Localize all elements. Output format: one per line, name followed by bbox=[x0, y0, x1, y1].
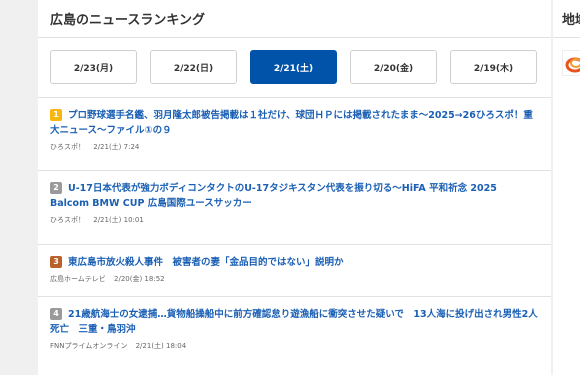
list-item: 1 プロ野球選手名鑑、羽月隆太郎被告掲載は１社だけ、球団ＨＰには掲載されたまま～2… bbox=[38, 98, 551, 171]
news-list: 1 プロ野球選手名鑑、羽月隆太郎被告掲載は１社だけ、球団ＨＰには掲載されたまま～2… bbox=[38, 98, 551, 375]
news-time: 2/21(土) 7:24 bbox=[93, 143, 140, 151]
side-title: 地域 bbox=[562, 13, 580, 28]
date-tab-2-23[interactable]: 2/23(月) bbox=[50, 50, 137, 84]
side-header: 地域 bbox=[553, 0, 580, 38]
date-tab-2-22[interactable]: 2/22(日) bbox=[150, 50, 237, 84]
ranking-panel: 広島のニュースランキング 2/23(月) 2/22(日) 2/21(土) 2/2… bbox=[38, 0, 551, 375]
news-headline-link[interactable]: 2 U-17日本代表が強力ボディコンタクトのU-17タジキスタン代表を振り切る～H… bbox=[50, 181, 539, 211]
date-tab-2-21[interactable]: 2/21(土) bbox=[250, 50, 337, 84]
date-tabs: 2/23(月) 2/22(日) 2/21(土) 2/20(金) 2/19(木) bbox=[38, 38, 551, 98]
news-time: 2/21(土) 18:04 bbox=[135, 342, 187, 350]
rank-badge: 2 bbox=[50, 182, 62, 194]
news-meta: ひろスポ！ 2/21(土) 7:24 bbox=[50, 142, 539, 152]
page: 広島のニュースランキング 2/23(月) 2/22(日) 2/21(土) 2/2… bbox=[0, 0, 580, 375]
date-tab-2-20[interactable]: 2/20(金) bbox=[350, 50, 437, 84]
news-headline-text: 21歳航海士の女逮捕…貨物船操船中に前方確認怠り遊漁船に衝突させた疑いで 13人… bbox=[50, 309, 538, 335]
news-headline-link[interactable]: 1 プロ野球選手名鑑、羽月隆太郎被告掲載は１社だけ、球団ＨＰには掲載されたまま～2… bbox=[50, 108, 539, 138]
news-source: FNNプライムオンライン bbox=[50, 342, 128, 350]
news-time: 2/21(土) 10:01 bbox=[93, 216, 144, 224]
news-headline-link[interactable]: 3 東広島市放火殺人事件 被害者の妻「金品目的ではない」説明か bbox=[50, 255, 539, 270]
list-item: 2 U-17日本代表が強力ボディコンタクトのU-17タジキスタン代表を振り切る～H… bbox=[38, 171, 551, 245]
news-headline-text: プロ野球選手名鑑、羽月隆太郎被告掲載は１社だけ、球団ＨＰには掲載されたまま～20… bbox=[50, 110, 533, 136]
rank-badge: 4 bbox=[50, 308, 62, 320]
ranking-title: 広島のニュースランキング bbox=[50, 13, 205, 28]
news-headline-link[interactable]: 4 21歳航海士の女逮捕…貨物船操船中に前方確認怠り遊漁船に衝突させた疑いで 13… bbox=[50, 307, 539, 337]
news-meta: FNNプライムオンライン 2/21(土) 18:04 bbox=[50, 341, 539, 351]
ranking-header: 広島のニュースランキング bbox=[38, 0, 551, 38]
news-meta: 広島ホームテレビ 2/20(金) 18:52 bbox=[50, 274, 539, 284]
list-item: 4 21歳航海士の女逮捕…貨物船操船中に前方確認怠り遊漁船に衝突させた疑いで 13… bbox=[38, 297, 551, 375]
station-logo-icon bbox=[565, 57, 580, 73]
news-meta: ひろスポ！ 2/21(土) 10:01 bbox=[50, 215, 539, 225]
date-tab-2-19[interactable]: 2/19(木) bbox=[450, 50, 537, 84]
news-source: 広島ホームテレビ bbox=[50, 275, 106, 283]
station-logo[interactable] bbox=[562, 50, 580, 76]
news-time: 2/20(金) 18:52 bbox=[114, 275, 165, 283]
side-panel: 地域 bbox=[553, 0, 580, 375]
news-headline-text: U-17日本代表が強力ボディコンタクトのU-17タジキスタン代表を振り切る～Hi… bbox=[50, 183, 497, 209]
list-item: 3 東広島市放火殺人事件 被害者の妻「金品目的ではない」説明か 広島ホームテレビ … bbox=[38, 245, 551, 297]
rank-badge: 3 bbox=[50, 256, 62, 268]
rank-badge: 1 bbox=[50, 109, 62, 121]
news-source: ひろスポ！ bbox=[50, 216, 85, 224]
news-source: ひろスポ！ bbox=[50, 143, 85, 151]
news-headline-text: 東広島市放火殺人事件 被害者の妻「金品目的ではない」説明か bbox=[68, 257, 344, 268]
